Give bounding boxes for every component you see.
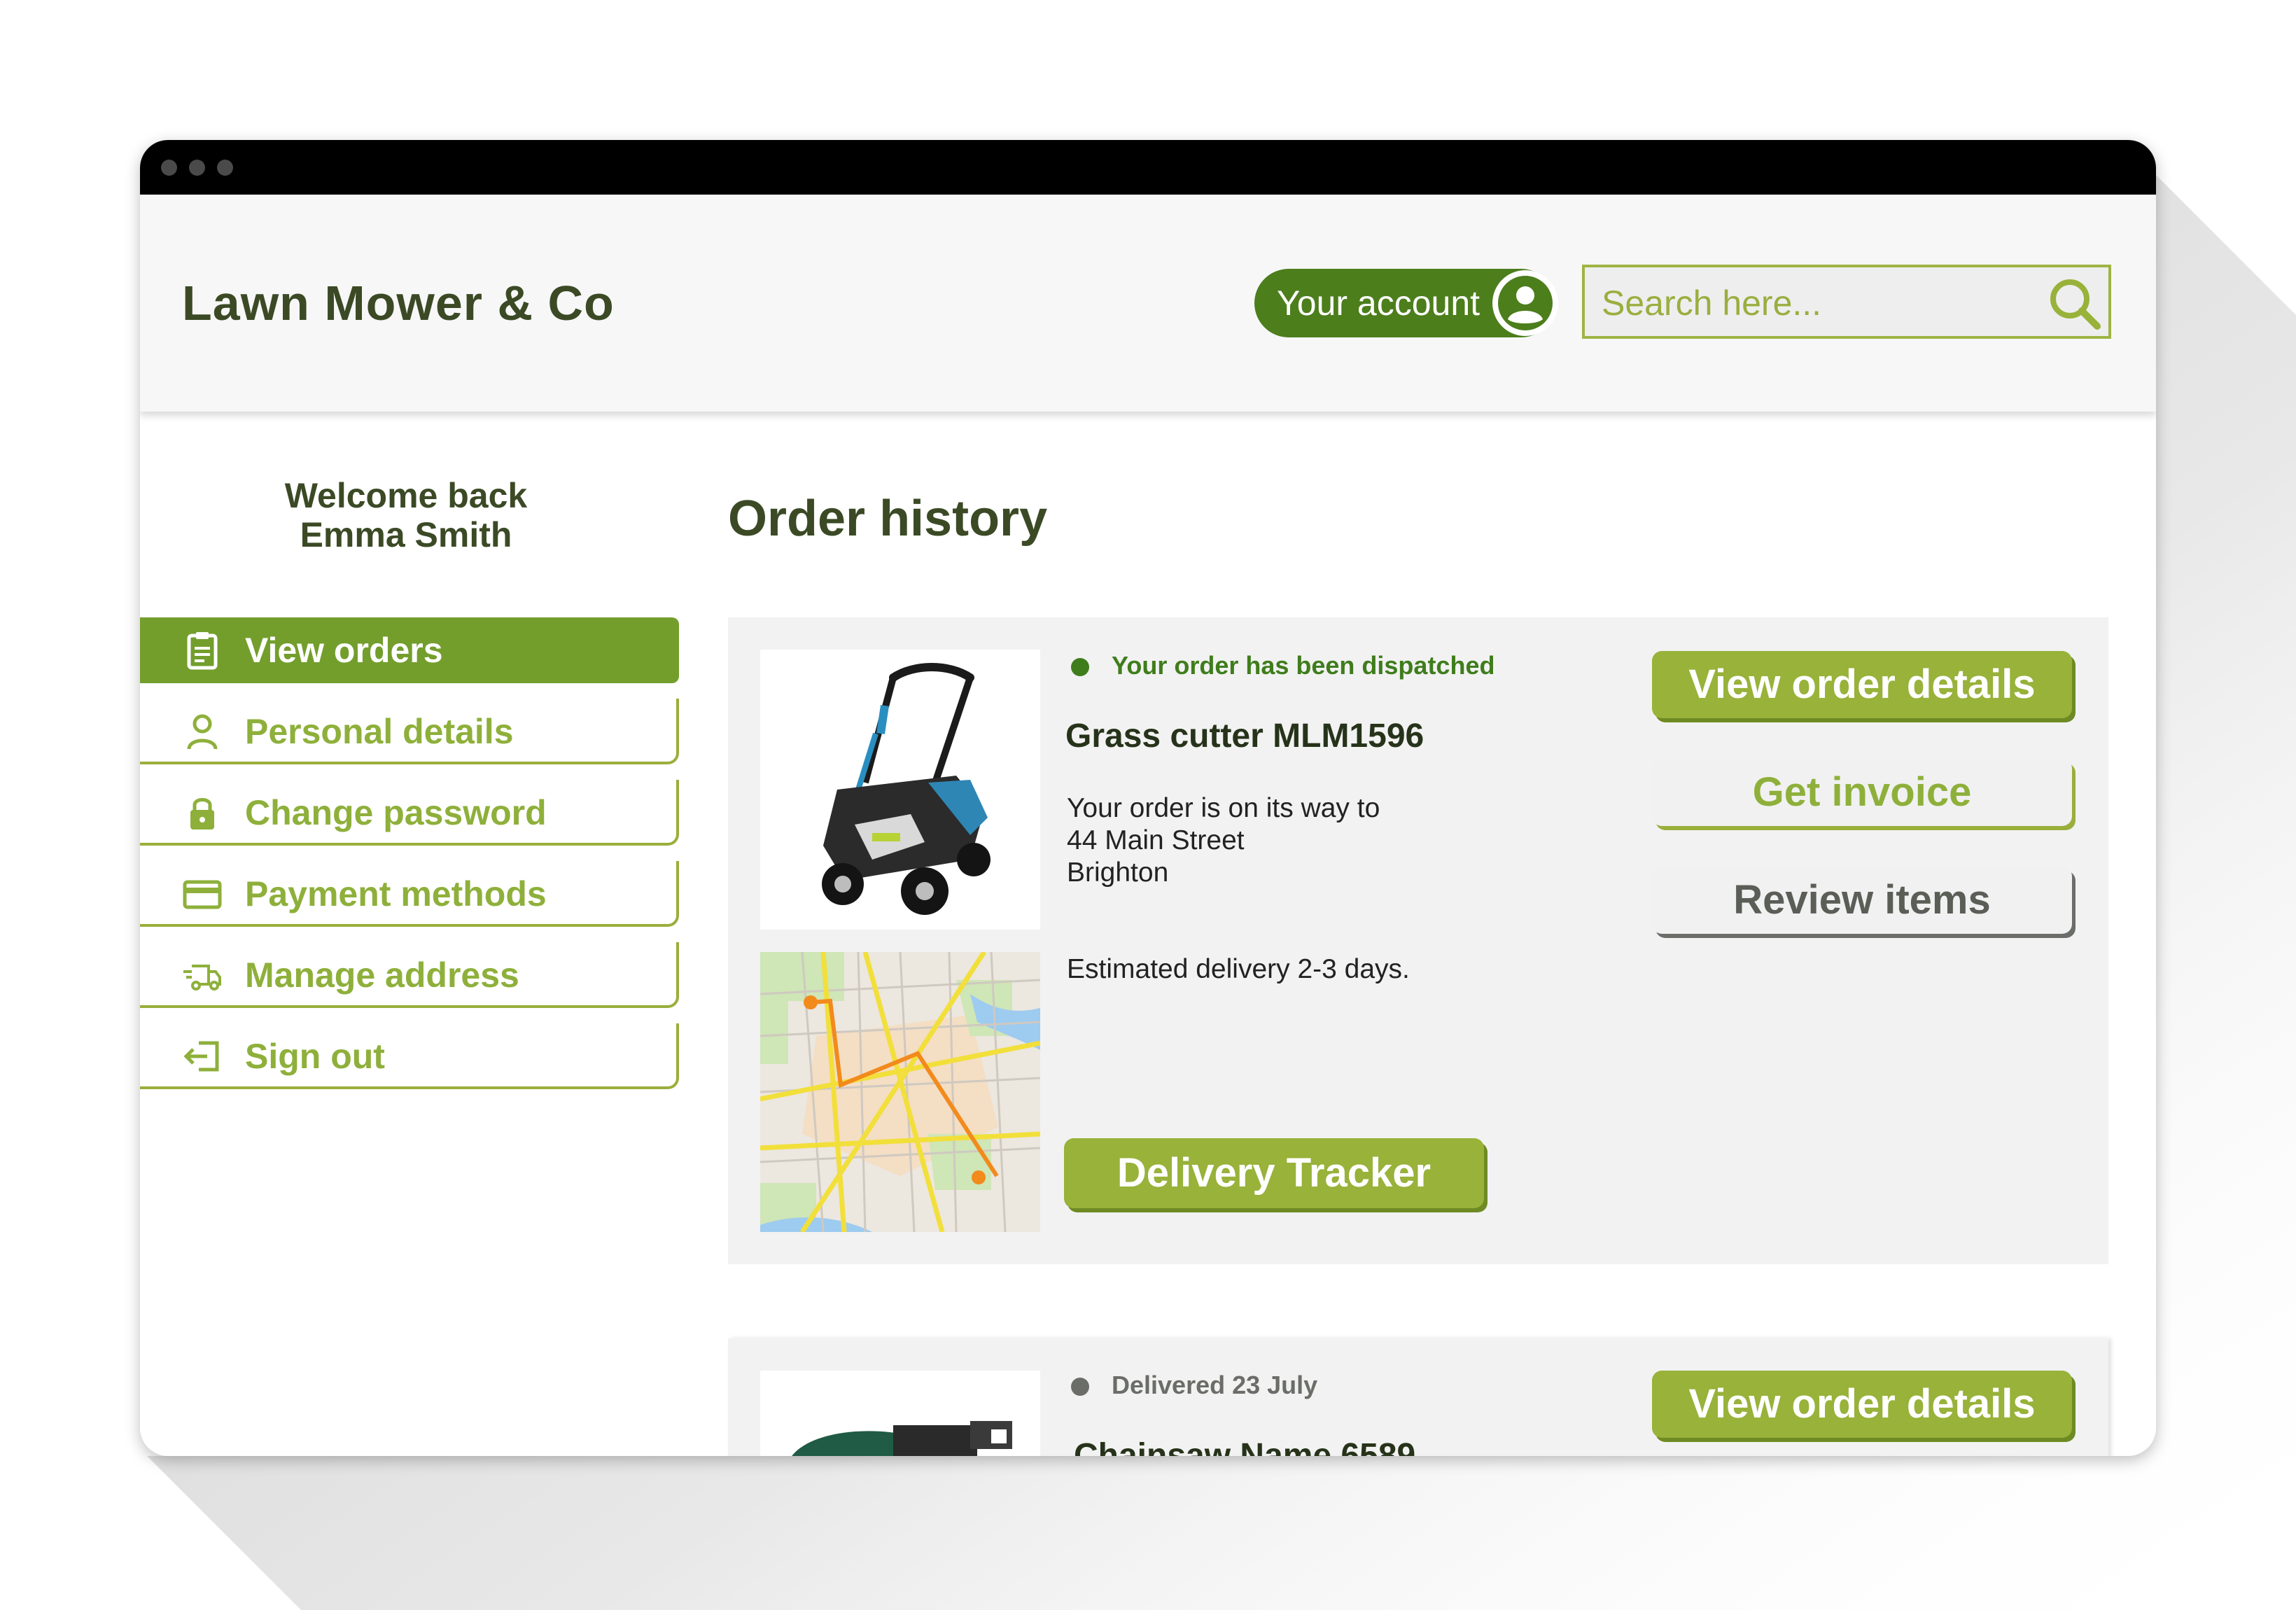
status-indicator-dot (1071, 1378, 1089, 1396)
product-name: Chainsaw Name 6589 (1074, 1437, 1416, 1456)
delivery-tracker-button[interactable]: Delivery Tracker (1064, 1138, 1484, 1208)
address-line: 44 Main Street (1067, 825, 1245, 855)
sidebar-item-label: Change password (245, 793, 547, 832)
delivery-line: Your order is on its way to (1067, 793, 1380, 823)
clipboard-icon (182, 630, 223, 671)
order-card: Delivered 23 July Chainsaw Name 6589 Vie… (728, 1338, 2108, 1456)
view-order-details-button[interactable]: View order details (1652, 1371, 2072, 1438)
title-bar (140, 140, 2156, 195)
window-dot[interactable] (189, 160, 205, 176)
chainsaw-image (760, 1371, 1040, 1456)
page-title: Order history (728, 491, 1048, 547)
search-input[interactable] (1600, 277, 2037, 329)
delivery-address: Your order is on its way to 44 Main Stre… (1067, 792, 1380, 889)
review-items-button[interactable]: Review items (1652, 867, 2072, 934)
sidebar-item-change-password[interactable]: Change password (140, 780, 679, 846)
sidebar-item-label: Manage address (245, 955, 519, 995)
search-icon[interactable] (2047, 276, 2103, 332)
sidebar-item-label: View orders (245, 631, 443, 670)
user-name: Emma Smith (300, 515, 512, 554)
your-account-button[interactable]: Your account (1254, 269, 1558, 337)
order-card: Your order has been dispatched Grass cut… (728, 617, 2108, 1264)
sidebar-item-label: Sign out (245, 1037, 385, 1076)
your-account-label: Your account (1277, 284, 1480, 323)
sidebar-item-label: Personal details (245, 712, 514, 751)
status-indicator-dot (1071, 658, 1089, 676)
browser-window: Lawn Mower & Co Your account Wel (140, 140, 2156, 1456)
product-name: Grass cutter MLM1596 (1065, 718, 1424, 755)
delivery-truck-icon (182, 955, 223, 995)
window-dot[interactable] (217, 160, 233, 176)
sidebar-item-payment-methods[interactable]: Payment methods (140, 861, 679, 927)
sidebar-item-sign-out[interactable]: Sign out (140, 1023, 679, 1089)
account-avatar-icon (1492, 270, 1558, 336)
view-order-details-button[interactable]: View order details (1652, 651, 2072, 718)
search-box (1582, 265, 2111, 339)
person-icon (182, 711, 223, 752)
brand-logo-text[interactable]: Lawn Mower & Co (182, 275, 615, 331)
order-status: Delivered 23 July (1112, 1371, 1318, 1399)
site-header: Lawn Mower & Co Your account (140, 195, 2156, 412)
delivery-estimate: Estimated delivery 2-3 days. (1067, 954, 1410, 984)
welcome-message: Welcome back Emma Smith (140, 476, 672, 554)
address-line: Brighton (1067, 858, 1169, 888)
sidebar-item-label: Payment methods (245, 874, 547, 913)
order-status: Your order has been dispatched (1112, 651, 1495, 680)
credit-card-icon (182, 874, 223, 914)
delivery-map-image[interactable] (760, 952, 1040, 1232)
sidebar-item-manage-address[interactable]: Manage address (140, 942, 679, 1008)
sign-out-icon (182, 1036, 223, 1077)
lawn-mower-image (760, 650, 1040, 930)
lock-icon (182, 792, 223, 833)
welcome-line: Welcome back (284, 476, 528, 515)
sidebar-item-personal-details[interactable]: Personal details (140, 699, 679, 764)
get-invoice-button[interactable]: Get invoice (1652, 759, 2072, 826)
window-dot[interactable] (161, 160, 177, 176)
sidebar-item-view-orders[interactable]: View orders (140, 617, 679, 683)
